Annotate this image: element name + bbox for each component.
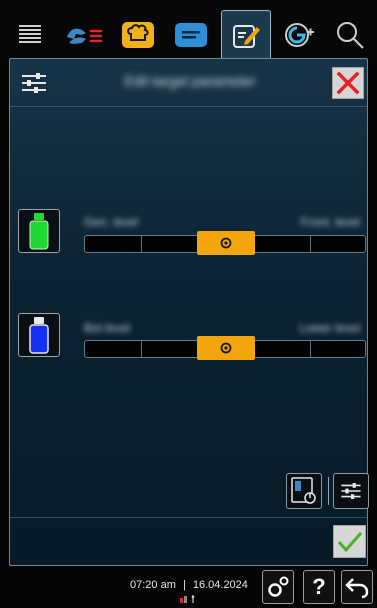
settings-button[interactable] [262, 570, 294, 604]
tab-message[interactable] [166, 12, 216, 58]
device-power-button[interactable] [286, 473, 322, 509]
tab-search[interactable] [325, 12, 375, 58]
tab-chef-hat[interactable] [113, 12, 163, 58]
settings-sliders-icon [22, 73, 46, 93]
row1-label-right: Front. level [300, 215, 360, 229]
green-level-slider[interactable] [84, 231, 366, 255]
top-tab-bar [0, 0, 377, 60]
hands-heat-icon [67, 28, 102, 44]
list-icon [19, 25, 41, 43]
checkmark-icon [337, 531, 362, 552]
green-bottle-button[interactable] [18, 209, 60, 253]
help-button[interactable]: ? [303, 570, 335, 604]
slider-thumb[interactable] [197, 336, 255, 360]
blue-bottle-button[interactable] [18, 313, 60, 357]
edit-target-panel: Edit target parameter Gen. level Front. … [9, 58, 369, 566]
gears-icon [268, 576, 289, 597]
date-text: 16.04.2024 [192, 579, 248, 591]
panel-divider [10, 517, 367, 518]
tab-globe-plus[interactable] [274, 12, 324, 58]
tab-hands-heat[interactable] [60, 12, 110, 58]
panel-header: Edit target parameter [10, 59, 367, 107]
close-button[interactable] [332, 67, 364, 99]
green-bottle-icon [29, 213, 49, 250]
sync-icon [220, 237, 232, 249]
device-power-icon [291, 477, 316, 504]
separator: | [182, 579, 186, 591]
close-icon [336, 71, 360, 95]
status-footer: 07:20 am | 16.04.2024 ? [0, 566, 377, 608]
sync-icon [220, 342, 232, 354]
message-icon [175, 23, 207, 47]
settings-sliders-icon [341, 483, 361, 499]
tab-list[interactable] [5, 12, 55, 58]
row2-label-right: Lower level [299, 321, 360, 335]
time-text: 07:20 am [130, 579, 176, 591]
search-icon [337, 22, 364, 49]
blue-level-slider[interactable] [84, 336, 366, 360]
edit-icon [233, 24, 260, 48]
confirm-button[interactable] [333, 525, 366, 558]
chef-hat-icon [122, 22, 154, 48]
help-icon: ? [312, 574, 326, 599]
blue-bottle-icon [29, 317, 49, 354]
settings-sliders-button[interactable] [333, 473, 369, 509]
back-arrow-icon [345, 578, 369, 599]
slider-thumb[interactable] [197, 231, 255, 255]
datetime: 07:20 am | 16.04.2024 [130, 579, 248, 591]
row2-label-left: Bot level [84, 321, 131, 335]
tab-edit[interactable] [221, 10, 271, 60]
globe-plus-icon [285, 23, 314, 47]
back-button[interactable] [341, 570, 373, 604]
row1-label-left: Gen. level [84, 215, 139, 229]
network-status-icon [180, 595, 195, 603]
panel-title: Edit target parameter [124, 73, 256, 89]
button-divider [328, 477, 329, 505]
